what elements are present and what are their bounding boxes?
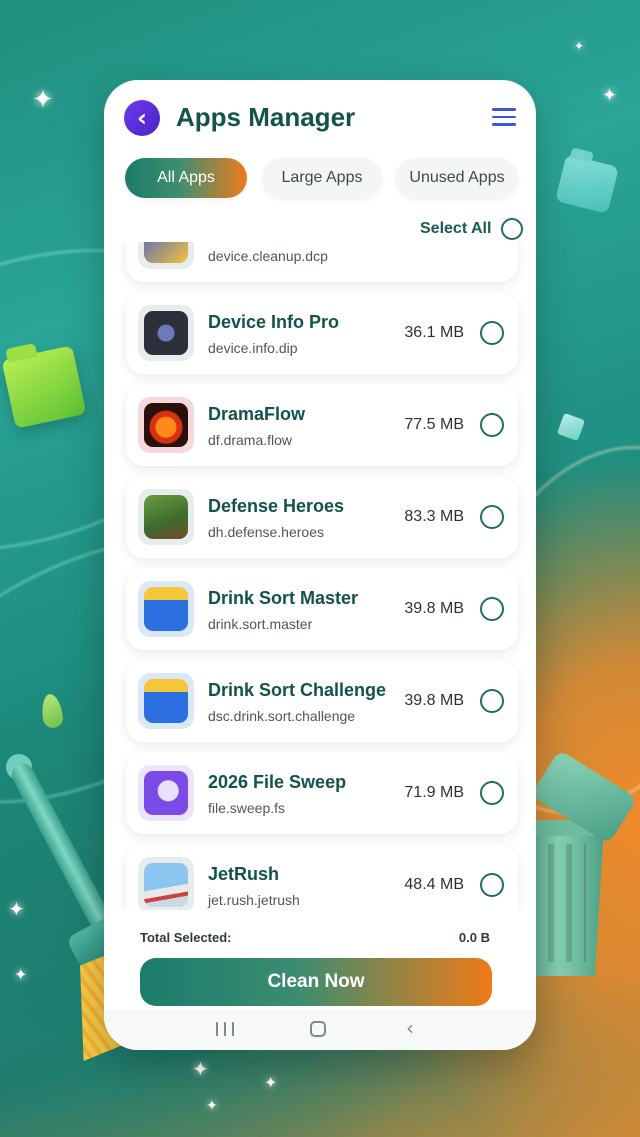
- total-selected-label: Total Selected:: [140, 930, 232, 945]
- app-select-radio[interactable]: [480, 505, 504, 529]
- sparkle-icon: ✦: [264, 1075, 278, 1092]
- home-icon[interactable]: [310, 1021, 326, 1037]
- cube-icon: [556, 412, 586, 442]
- header: ‹ Apps Manager: [104, 80, 536, 160]
- app-name: Drink Sort Challenge: [208, 680, 387, 700]
- sparkle-icon: ✦: [32, 84, 54, 114]
- list-item[interactable]: 2026 File Sweep file.sweep.fs 71.9 MB: [126, 752, 518, 834]
- app-package: device.cleanup.dcp: [208, 248, 328, 264]
- app-name: JetRush: [208, 864, 280, 884]
- list-item[interactable]: device.cleanup.dcp: [126, 242, 518, 282]
- app-name: Drink Sort Master: [208, 588, 359, 608]
- sparkle-icon: ✦: [192, 1059, 209, 1081]
- select-all-label: Select All: [420, 220, 492, 237]
- app-name: 2026 File Sweep: [208, 772, 347, 792]
- chip-app-icon: [138, 305, 194, 361]
- app-package: df.drama.flow: [208, 432, 293, 448]
- app-select-radio[interactable]: [480, 597, 504, 621]
- app-select-radio[interactable]: [480, 781, 504, 805]
- app-package: jet.rush.jetrush: [208, 892, 300, 908]
- app-list[interactable]: device.cleanup.dcp Device Info Pro devic…: [104, 242, 536, 910]
- app-size: 83.3 MB: [404, 508, 464, 525]
- puzzle-app-icon: [138, 673, 194, 729]
- app-size: 36.1 MB: [404, 324, 464, 341]
- total-selected-value: 0.0 B: [458, 930, 490, 945]
- list-item[interactable]: Drink Sort Challenge dsc.drink.sort.chal…: [126, 660, 518, 742]
- sparkle-icon: ✦: [574, 39, 585, 53]
- app-package: device.info.dip: [208, 340, 298, 356]
- tab-unused-apps[interactable]: Unused Apps: [396, 158, 518, 198]
- list-item[interactable]: Device Info Pro device.info.dip 36.1 MB: [126, 292, 518, 374]
- list-item[interactable]: Drink Sort Master drink.sort.master 39.8…: [126, 568, 518, 650]
- app-size: 39.8 MB: [404, 692, 464, 709]
- folder-icon: [554, 154, 620, 214]
- back-button[interactable]: ‹: [124, 100, 160, 136]
- select-all-toggle[interactable]: Select All: [420, 218, 524, 240]
- app-name: DramaFlow: [208, 404, 306, 424]
- filter-tabs: All Apps Large Apps Unused Apps: [124, 158, 524, 198]
- app-select-radio[interactable]: [480, 413, 504, 437]
- app-select-radio[interactable]: [480, 321, 504, 345]
- clean-now-button[interactable]: Clean Now: [140, 958, 492, 1006]
- page-title: Apps Manager: [176, 102, 356, 132]
- game-heroes-app-icon: [138, 489, 194, 545]
- footer: Total Selected: 0.0 B Clean Now ‹: [104, 910, 536, 1050]
- app-name: Device Info Pro: [208, 312, 340, 332]
- sparkle-icon: ✦: [8, 899, 25, 921]
- app-size: 39.8 MB: [404, 600, 464, 617]
- file-sweep-app-icon: [138, 765, 194, 821]
- app-package: dh.defense.heroes: [208, 524, 324, 540]
- cleanup-app-icon: [138, 242, 194, 269]
- recents-icon[interactable]: [216, 1022, 234, 1036]
- jet-game-app-icon: [138, 857, 194, 910]
- list-item[interactable]: Defense Heroes dh.defense.heroes 83.3 MB: [126, 476, 518, 558]
- app-select-radio[interactable]: [480, 689, 504, 713]
- app-size: 77.5 MB: [404, 416, 464, 433]
- app-package: dsc.drink.sort.challenge: [208, 708, 356, 724]
- app-package: drink.sort.master: [208, 616, 313, 632]
- sparkle-icon: ✦: [602, 85, 618, 105]
- tab-all-apps[interactable]: All Apps: [125, 158, 247, 198]
- app-select-radio[interactable]: [480, 873, 504, 897]
- folder-icon: [1, 345, 87, 429]
- tab-large-apps[interactable]: Large Apps: [262, 158, 382, 198]
- apps-manager-card: ‹ Apps Manager All Apps Large Apps Unuse…: [104, 80, 536, 1050]
- app-size: 48.4 MB: [404, 876, 464, 893]
- app-size: 71.9 MB: [404, 784, 464, 801]
- app-package: file.sweep.fs: [208, 800, 286, 816]
- sparkle-icon: ✦: [206, 1097, 218, 1113]
- hamburger-menu-icon[interactable]: [492, 108, 516, 126]
- flame-app-icon: [138, 397, 194, 453]
- puzzle-app-icon: [138, 581, 194, 637]
- system-nav-bar: ‹: [104, 1010, 536, 1050]
- chevron-left-icon: ‹: [137, 104, 147, 132]
- list-item[interactable]: DramaFlow df.drama.flow 77.5 MB: [126, 384, 518, 466]
- back-nav-icon[interactable]: ‹: [406, 1016, 414, 1040]
- list-item[interactable]: JetRush jet.rush.jetrush 48.4 MB: [126, 844, 518, 910]
- sparkle-icon: ✦: [14, 967, 28, 984]
- app-name: Defense Heroes: [208, 496, 345, 516]
- select-all-radio[interactable]: [501, 218, 524, 240]
